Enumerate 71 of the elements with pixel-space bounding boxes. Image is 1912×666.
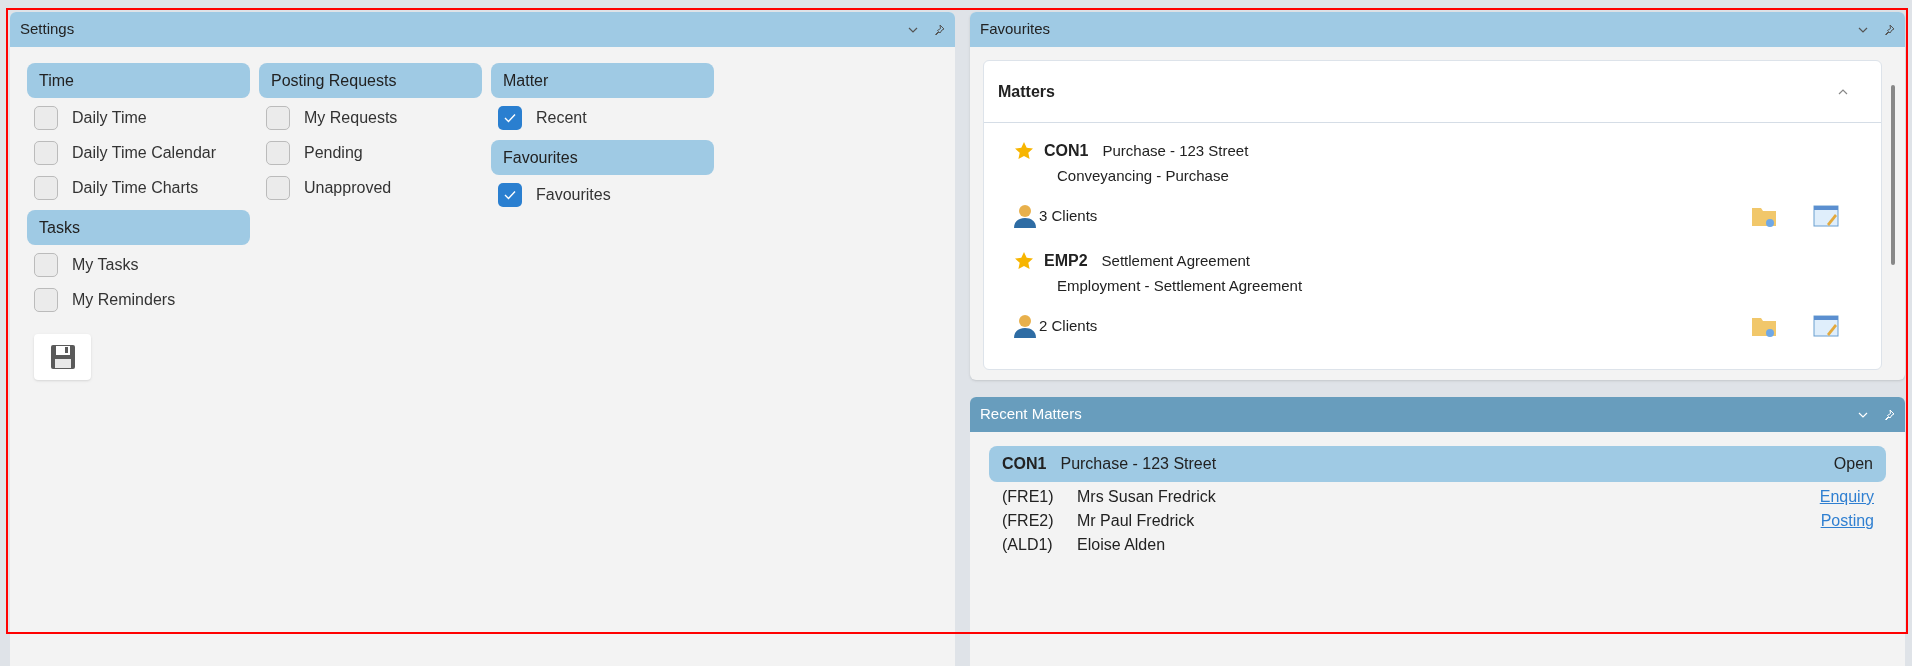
checkbox-row[interactable]: Daily Time Calendar xyxy=(27,135,250,170)
checkbox-label: Pending xyxy=(304,142,363,163)
checkbox-label: My Reminders xyxy=(72,289,176,310)
matter-bar[interactable]: CON1 Purchase - 123 Street Open xyxy=(989,446,1886,482)
matter-name: Purchase - 123 Street xyxy=(1060,454,1218,474)
group-header: Matter xyxy=(491,63,714,98)
client-ref: (ALD1) xyxy=(1002,535,1054,555)
panel-title: Recent Matters xyxy=(980,404,1083,425)
person-icon xyxy=(1014,204,1036,228)
person-icon xyxy=(1014,314,1036,338)
checkbox[interactable] xyxy=(498,182,522,207)
checkbox[interactable] xyxy=(266,140,290,165)
checkbox-label: Daily Time xyxy=(72,107,147,128)
edit-document-icon[interactable] xyxy=(1813,204,1839,228)
group-header: Posting Requests xyxy=(259,63,482,98)
scrollbar[interactable] xyxy=(1891,85,1895,265)
checkbox-label: My Tasks xyxy=(72,254,139,275)
checkbox[interactable] xyxy=(34,287,58,312)
pin-icon[interactable] xyxy=(1883,23,1895,36)
checkbox-label: Favourites xyxy=(536,184,611,205)
checkbox-row[interactable]: Unapproved xyxy=(259,170,482,205)
checkbox-row[interactable]: Daily Time Charts xyxy=(27,170,250,205)
matter-type: Employment - Settlement Agreement xyxy=(1056,275,1303,296)
matter-name: Settlement Agreement xyxy=(1101,250,1250,271)
checkbox[interactable] xyxy=(34,252,58,277)
client-ref: (FRE1) xyxy=(1002,487,1055,507)
checkbox-row[interactable]: Daily Time xyxy=(27,100,250,135)
checkbox-label: My Requests xyxy=(304,107,398,128)
checkbox-label: Daily Time Charts xyxy=(72,177,199,198)
save-icon xyxy=(49,344,76,370)
client-link[interactable]: Posting xyxy=(1820,509,1874,533)
clients-count: 2 Clients xyxy=(1039,315,1099,336)
edit-document-icon[interactable] xyxy=(1813,314,1839,338)
matter-status: Open xyxy=(1833,454,1873,474)
pin-icon[interactable] xyxy=(1883,408,1895,421)
checkbox[interactable] xyxy=(266,175,290,200)
client-name: Eloise Alden xyxy=(1077,535,1167,555)
checkbox-row[interactable]: My Tasks xyxy=(27,247,250,282)
checkbox[interactable] xyxy=(34,175,58,200)
checkbox-row[interactable]: Recent xyxy=(491,100,714,135)
checkbox[interactable] xyxy=(34,105,58,130)
checkbox-label: Unapproved xyxy=(304,177,392,198)
group-header: Favourites xyxy=(491,140,714,175)
matter-code: CON1 xyxy=(1002,454,1047,474)
section-title: Matters xyxy=(998,81,1056,102)
group-header: Tasks xyxy=(27,210,250,245)
checkbox-row[interactable]: My Reminders xyxy=(27,282,250,317)
matter-code[interactable]: CON1 xyxy=(1044,139,1089,163)
checkbox-row[interactable]: Favourites xyxy=(491,177,714,212)
checkbox[interactable] xyxy=(498,105,522,130)
matter-code[interactable]: EMP2 xyxy=(1044,249,1088,273)
checkbox[interactable] xyxy=(266,105,290,130)
matter-name: Purchase - 123 Street xyxy=(1102,140,1249,161)
clients-count: 3 Clients xyxy=(1039,205,1099,226)
checkbox-label: Recent xyxy=(536,107,587,128)
client-name: Mrs Susan Fredrick xyxy=(1077,487,1217,507)
group-header: Time xyxy=(27,63,250,98)
client-link[interactable]: Enquiry xyxy=(1819,485,1874,509)
checkbox-row[interactable]: My Requests xyxy=(259,100,482,135)
pin-icon[interactable] xyxy=(933,23,945,36)
client-ref: (FRE2) xyxy=(1002,511,1055,531)
checkbox-row[interactable]: Pending xyxy=(259,135,482,170)
client-name: Mr Paul Fredrick xyxy=(1077,511,1196,531)
save-button[interactable] xyxy=(34,334,91,380)
star-icon xyxy=(1014,141,1034,161)
panel-title: Settings xyxy=(20,19,76,40)
star-icon xyxy=(1014,251,1034,271)
panel-title: Favourites xyxy=(980,19,1052,40)
checkbox-label: Daily Time Calendar xyxy=(72,142,217,163)
matter-type: Conveyancing - Purchase xyxy=(1056,165,1229,186)
checkbox[interactable] xyxy=(34,140,58,165)
